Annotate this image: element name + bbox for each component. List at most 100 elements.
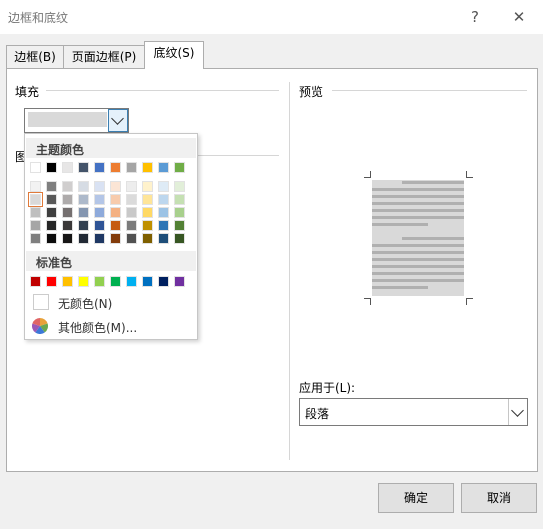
color-swatch[interactable]: [110, 162, 121, 173]
color-swatch[interactable]: [126, 276, 137, 287]
tab-shading[interactable]: 底纹(S): [144, 41, 204, 69]
color-swatch[interactable]: [174, 162, 185, 173]
color-swatch[interactable]: [30, 276, 41, 287]
color-swatch[interactable]: [30, 220, 41, 231]
more-colors-label: 其他颜色(M)...: [58, 321, 138, 335]
color-swatch[interactable]: [158, 194, 169, 205]
color-swatch[interactable]: [142, 276, 153, 287]
fill-divider: [46, 90, 279, 91]
color-swatch[interactable]: [126, 162, 137, 173]
color-swatch[interactable]: [142, 162, 153, 173]
color-swatch[interactable]: [78, 207, 89, 218]
standard-colors-title: 标准色: [36, 256, 73, 270]
color-swatch[interactable]: [94, 162, 105, 173]
color-swatch[interactable]: [94, 233, 105, 244]
color-swatch[interactable]: [62, 220, 73, 231]
color-swatch[interactable]: [78, 276, 89, 287]
color-swatch[interactable]: [158, 220, 169, 231]
pattern-divider: [196, 155, 279, 156]
color-swatch[interactable]: [62, 194, 73, 205]
color-swatch[interactable]: [30, 207, 41, 218]
color-swatch[interactable]: [78, 181, 89, 192]
close-button[interactable]: ✕: [508, 6, 530, 28]
preview-separator: [289, 82, 290, 460]
color-swatch[interactable]: [174, 194, 185, 205]
color-swatch[interactable]: [174, 207, 185, 218]
no-color-icon: [33, 294, 49, 310]
color-swatch[interactable]: [126, 194, 137, 205]
color-swatch[interactable]: [94, 220, 105, 231]
color-swatch[interactable]: [110, 181, 121, 192]
color-swatch[interactable]: [46, 162, 57, 173]
color-swatch[interactable]: [46, 181, 57, 192]
help-button[interactable]: ?: [464, 6, 486, 28]
color-swatch[interactable]: [142, 220, 153, 231]
crop-mark: [364, 171, 371, 178]
color-swatch[interactable]: [30, 162, 41, 173]
color-wheel-icon: [32, 318, 48, 334]
color-swatch[interactable]: [78, 194, 89, 205]
color-swatch[interactable]: [142, 207, 153, 218]
color-swatch[interactable]: [174, 220, 185, 231]
color-swatch[interactable]: [158, 233, 169, 244]
color-swatch[interactable]: [62, 207, 73, 218]
color-swatch[interactable]: [174, 276, 185, 287]
color-swatch[interactable]: [110, 233, 121, 244]
color-swatch[interactable]: [46, 233, 57, 244]
preview-page: [372, 180, 464, 296]
fill-dropdown-button[interactable]: [108, 109, 128, 132]
color-swatch[interactable]: [142, 194, 153, 205]
color-swatch[interactable]: [46, 207, 57, 218]
color-swatch[interactable]: [94, 181, 105, 192]
color-swatch[interactable]: [78, 220, 89, 231]
color-swatch[interactable]: [126, 207, 137, 218]
tab-page-borders[interactable]: 页面边框(P): [63, 45, 145, 68]
color-swatch[interactable]: [158, 276, 169, 287]
color-swatch[interactable]: [142, 181, 153, 192]
fill-color-dropdown[interactable]: [24, 108, 129, 133]
color-picker-popup: 主题颜色 标准色 无颜色(N) 其他颜色(M)...: [24, 133, 198, 340]
color-swatch[interactable]: [126, 233, 137, 244]
color-swatch[interactable]: [46, 276, 57, 287]
color-swatch[interactable]: [126, 181, 137, 192]
color-swatch[interactable]: [110, 220, 121, 231]
more-colors-option[interactable]: 其他颜色(M)...: [26, 315, 196, 337]
color-swatch[interactable]: [46, 220, 57, 231]
color-swatch[interactable]: [126, 220, 137, 231]
color-swatch[interactable]: [158, 207, 169, 218]
color-swatch[interactable]: [62, 276, 73, 287]
tab-borders[interactable]: 边框(B): [6, 45, 64, 68]
color-swatch[interactable]: [62, 181, 73, 192]
crop-mark: [364, 298, 371, 305]
cancel-button[interactable]: 取消: [461, 483, 537, 513]
color-swatch[interactable]: [158, 162, 169, 173]
title-bar: 边框和底纹 ? ✕: [0, 0, 543, 34]
color-swatch[interactable]: [142, 233, 153, 244]
color-swatch[interactable]: [78, 233, 89, 244]
color-swatch[interactable]: [174, 181, 185, 192]
color-swatch[interactable]: [46, 194, 57, 205]
apply-to-dropdown-button[interactable]: [508, 399, 527, 425]
crop-mark: [466, 171, 473, 178]
color-swatch[interactable]: [28, 192, 43, 207]
preview-divider: [332, 90, 527, 91]
color-swatch[interactable]: [110, 194, 121, 205]
theme-colors-title: 主题颜色: [36, 143, 85, 157]
window-title: 边框和底纹: [8, 11, 69, 25]
color-swatch[interactable]: [62, 162, 73, 173]
color-swatch[interactable]: [110, 276, 121, 287]
color-swatch[interactable]: [158, 181, 169, 192]
no-color-option[interactable]: 无颜色(N): [26, 291, 196, 313]
color-swatch[interactable]: [94, 194, 105, 205]
color-swatch[interactable]: [94, 207, 105, 218]
color-swatch[interactable]: [78, 162, 89, 173]
color-swatch[interactable]: [30, 181, 41, 192]
color-swatch[interactable]: [62, 233, 73, 244]
color-swatch[interactable]: [110, 207, 121, 218]
preview-label: 预览: [299, 85, 324, 99]
apply-to-dropdown[interactable]: 段落: [299, 398, 528, 426]
color-swatch[interactable]: [30, 233, 41, 244]
color-swatch[interactable]: [94, 276, 105, 287]
ok-button[interactable]: 确定: [378, 483, 454, 513]
color-swatch[interactable]: [174, 233, 185, 244]
